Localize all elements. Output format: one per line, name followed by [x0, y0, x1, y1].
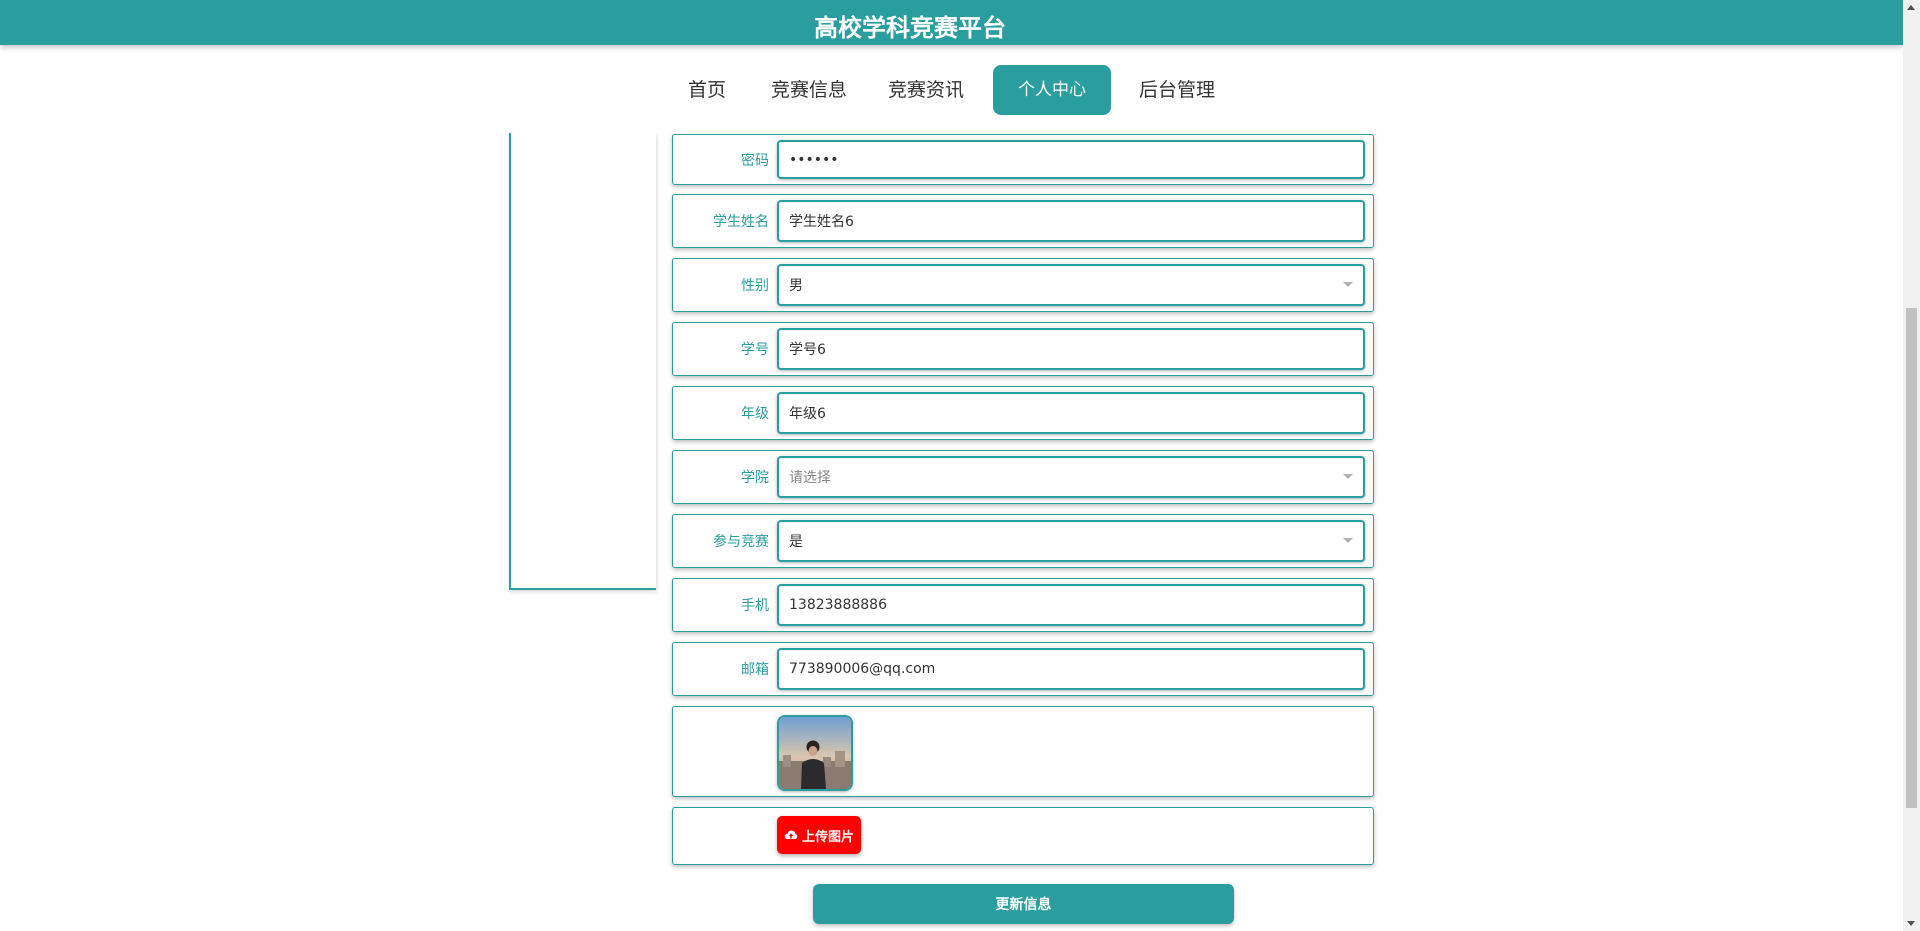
- student-id-value: 学号6: [789, 342, 826, 358]
- gender-value: 男: [789, 278, 803, 294]
- student-id-input[interactable]: 学号6: [777, 328, 1365, 370]
- chevron-down-icon: [1343, 474, 1353, 479]
- side-menu-panel: [509, 133, 656, 590]
- nav-home[interactable]: 首页: [679, 65, 735, 115]
- password-value: ••••••: [789, 151, 839, 168]
- upload-button-label: 上传图片: [801, 829, 854, 845]
- grade-value: 年级6: [789, 406, 826, 422]
- nav-competition-info[interactable]: 竞赛信息: [767, 65, 851, 115]
- nav-personal-center[interactable]: 个人中心: [993, 65, 1111, 115]
- competing-value: 是: [789, 534, 803, 550]
- grade-label: 年级: [741, 406, 769, 422]
- update-info-button[interactable]: 更新信息: [813, 884, 1234, 924]
- student-id-label: 学号: [741, 342, 769, 358]
- nav-admin[interactable]: 后台管理: [1135, 65, 1219, 115]
- college-select[interactable]: 请选择: [777, 456, 1365, 498]
- gender-label: 性别: [741, 278, 769, 294]
- form-row-student-name: 学生姓名 学生姓名6: [672, 194, 1374, 248]
- cloud-upload-icon: [784, 830, 798, 839]
- scroll-up-icon[interactable]: [1907, 5, 1915, 10]
- form-row-college: 学院 请选择: [672, 450, 1374, 504]
- main-nav: 首页 竞赛信息 竞赛资讯 个人中心 后台管理: [0, 45, 1903, 133]
- student-name-input[interactable]: 学生姓名6: [777, 200, 1365, 242]
- form-row-phone: 手机 13823888886: [672, 578, 1374, 632]
- form-row-student-id: 学号 学号6: [672, 322, 1374, 376]
- phone-input[interactable]: 13823888886: [777, 584, 1365, 626]
- form-row-gender: 性别 男: [672, 258, 1374, 312]
- top-header-bar: 高校学科竞赛平台: [0, 0, 1903, 45]
- grade-input[interactable]: 年级6: [777, 392, 1365, 434]
- gender-select[interactable]: 男: [777, 264, 1365, 306]
- chevron-down-icon: [1343, 538, 1353, 543]
- email-value: 773890006@qq.com: [789, 661, 936, 677]
- password-input[interactable]: ••••••: [777, 140, 1365, 179]
- nav-competition-news[interactable]: 竞赛资讯: [884, 65, 968, 115]
- student-name-label: 学生姓名: [713, 214, 769, 230]
- chevron-down-icon: [1343, 282, 1353, 287]
- phone-label: 手机: [741, 598, 769, 614]
- form-row-grade: 年级 年级6: [672, 386, 1374, 440]
- competing-label: 参与竞赛: [713, 534, 769, 550]
- form-row-avatar: [672, 706, 1374, 797]
- password-label: 密码: [741, 152, 769, 169]
- college-placeholder: 请选择: [789, 470, 831, 486]
- phone-value: 13823888886: [789, 597, 887, 613]
- avatar: [777, 715, 853, 791]
- form-row-upload: 上传图片: [672, 807, 1374, 865]
- college-label: 学院: [741, 470, 769, 486]
- vertical-scrollbar[interactable]: [1903, 0, 1920, 931]
- email-label: 邮箱: [741, 662, 769, 678]
- competing-select[interactable]: 是: [777, 520, 1365, 562]
- email-input[interactable]: 773890006@qq.com: [777, 648, 1365, 690]
- scroll-down-icon[interactable]: [1907, 921, 1915, 926]
- scrollbar-thumb[interactable]: [1906, 308, 1917, 808]
- form-row-email: 邮箱 773890006@qq.com: [672, 642, 1374, 696]
- student-name-value: 学生姓名6: [789, 214, 854, 230]
- site-title: 高校学科竞赛平台: [814, 14, 1006, 42]
- upload-image-button[interactable]: 上传图片: [777, 816, 861, 854]
- form-row-password: 密码 ••••••: [672, 134, 1374, 185]
- form-row-competing: 参与竞赛 是: [672, 514, 1374, 568]
